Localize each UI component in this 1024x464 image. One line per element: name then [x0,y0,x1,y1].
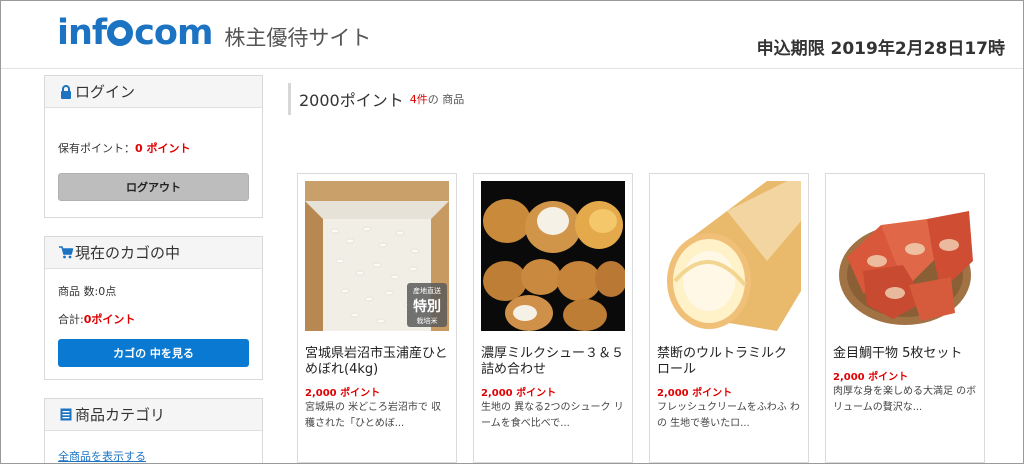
site-name: 株主優待サイト [224,26,372,50]
page-frame: infcom infocom 株主優待サイト 申込期限 2019年2月28日17… [0,0,1024,464]
list-icon [59,408,73,422]
badge-saibai: 栽培米 [417,316,438,325]
product-image-roll-cake[interactable] [657,181,801,331]
points-tier-title: 2000ポイント [299,91,404,110]
cart-title: 現在のカゴの中 [75,244,181,262]
product-price: 2,000 ポイント [481,388,557,399]
login-panel: ログイン 保有ポイント：0 ポイント ログアウト [44,75,263,218]
logo[interactable]: infcom infocom 株主優待サイト [57,9,371,57]
product-name[interactable]: 濃厚ミルクシュー３＆５ 詰め合わせ [481,346,627,378]
product-card[interactable]: 濃厚ミルクシュー３＆５ 詰め合わせ 2,000 ポイント 生地の 異なる2つのシ… [473,173,633,463]
cart-panel: 現在のカゴの中 商品 数:0点 合計:0ポイント カゴの 中を見る [44,236,263,380]
cart-total-value: 0ポイント [83,313,136,326]
product-name[interactable]: 金目鯛干物 5枚セット [833,346,979,362]
badge-tokubetsu: 特別 [413,298,441,315]
section-title: 2000ポイント 4件 の 商品 [288,83,464,115]
product-count-suffix: の 商品 [427,93,465,106]
product-price: 2,000 ポイント [833,372,909,383]
category-panel: 商品カテゴリ 全商品を表示する [44,398,263,463]
site-header: infcom infocom 株主優待サイト 申込期限 2019年2月28日17… [1,1,1023,69]
product-image-cream-puffs[interactable] [481,181,625,331]
product-description: 宮城県の 米どころ岩沼市で 収穫された「ひとめぼ... [305,402,442,429]
lock-icon [59,84,73,99]
product-name[interactable]: 宮城県岩沼市玉浦産ひとめぼれ(4kg) [305,346,451,378]
cart-panel-header: 現在のカゴの中 [45,237,262,269]
product-description: 肉厚な身を楽しめる大満足 のボリュームの贅沢な... [833,386,977,413]
product-image-dried-fish[interactable] [833,181,977,331]
category-panel-header: 商品カテゴリ [45,399,262,431]
product-count: 4件 [409,93,428,106]
product-name[interactable]: 禁断のウルトラミルク ロール [657,346,803,378]
points-row: 保有ポイント：0 ポイント [58,140,249,156]
points-value: 0 ポイント [135,142,191,155]
login-title: ログイン [75,83,136,101]
cart-total-label: 合計: [58,313,84,326]
points-label: 保有ポイント： [58,142,135,155]
category-title: 商品カテゴリ [75,406,166,424]
cart-count: 商品 数:0点 [58,285,117,298]
product-description: フレッシュクリームをふわふ わの 生地で巻いたロ... [657,402,800,429]
product-card[interactable]: 禁断のウルトラミルク ロール 2,000 ポイント フレッシュクリームをふわふ … [649,173,809,463]
product-price: 2,000 ポイント [305,388,381,399]
cart-total-row: 合計:0ポイント [58,311,249,327]
badge-sanchi: 産地直送 [413,286,441,295]
login-panel-header: ログイン [45,76,262,108]
show-all-products-link[interactable]: 全商品を表示する [58,448,249,463]
application-deadline: 申込期限 2019年2月28日17時 [756,39,1005,59]
product-card[interactable]: 金目鯛干物 5枚セット 2,000 ポイント 肉厚な身を楽しめる大満足 のボリュ… [825,173,985,463]
cart-icon [59,246,73,260]
product-price: 2,000 ポイント [657,388,733,399]
product-description: 生地の 異なる2つのシューク リームを食べ比べで... [481,402,624,429]
view-cart-button[interactable]: カゴの 中を見る [58,339,249,367]
product-image-rice[interactable]: 産地直送 特別 栽培米 [305,181,449,331]
logo-wordmark: inf com [57,12,213,53]
product-card[interactable]: 産地直送 特別 栽培米 宮城県岩沼市玉浦産ひとめぼれ(4kg) 2,000 ポイ… [297,173,457,463]
logout-button[interactable]: ログアウト [58,173,249,201]
